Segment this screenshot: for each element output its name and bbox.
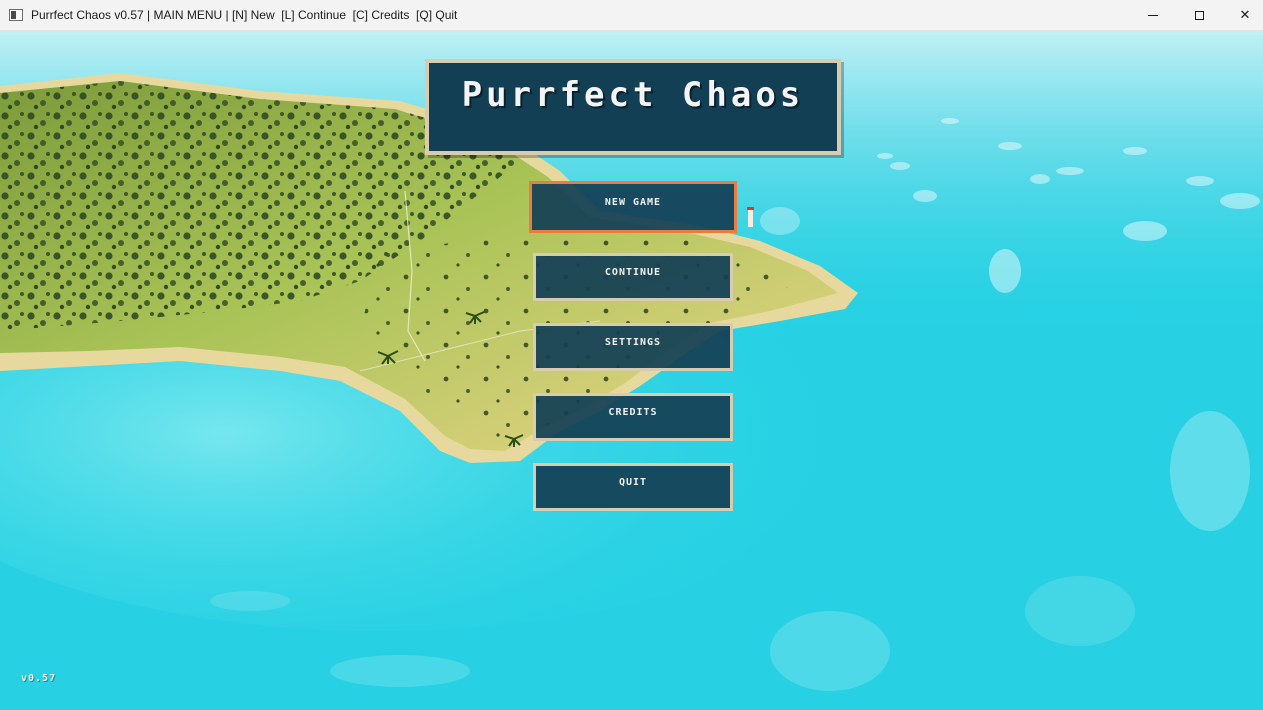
close-button[interactable]: ✕ <box>1222 0 1263 31</box>
continue-label: CONTINUE <box>604 266 662 278</box>
app-icon <box>9 9 23 21</box>
minimize-button[interactable] <box>1130 0 1176 31</box>
window-title: Purrfect Chaos v0.57 | MAIN MENU | [N] N… <box>31 8 458 22</box>
game-window: Purrfect Chaos v0.57 | MAIN MENU | [N] N… <box>0 0 1263 710</box>
new-game-button[interactable]: NEW GAME <box>529 181 737 233</box>
game-viewport[interactable]: Purrfect Chaos NEW GAME CONTINUE SETTING… <box>0 31 1263 710</box>
credits-button[interactable]: CREDITS <box>533 393 733 441</box>
window-titlebar[interactable]: Purrfect Chaos v0.57 | MAIN MENU | [N] N… <box>0 0 1263 31</box>
settings-button[interactable]: SETTINGS <box>533 323 733 371</box>
maximize-button[interactable] <box>1176 0 1222 31</box>
game-title: Purrfect Chaos <box>461 75 805 115</box>
credits-label: CREDITS <box>608 406 658 418</box>
version-label: v0.57 <box>21 673 57 684</box>
continue-button[interactable]: CONTINUE <box>533 253 733 301</box>
close-icon: ✕ <box>1239 8 1251 23</box>
game-title-panel: Purrfect Chaos <box>425 59 841 155</box>
maximize-icon <box>1194 11 1204 20</box>
minimize-icon <box>1148 15 1158 16</box>
settings-label: SETTINGS <box>604 336 662 348</box>
new-game-label: NEW GAME <box>604 196 662 208</box>
quit-label: QUIT <box>618 476 648 488</box>
quit-button[interactable]: QUIT <box>533 463 733 511</box>
